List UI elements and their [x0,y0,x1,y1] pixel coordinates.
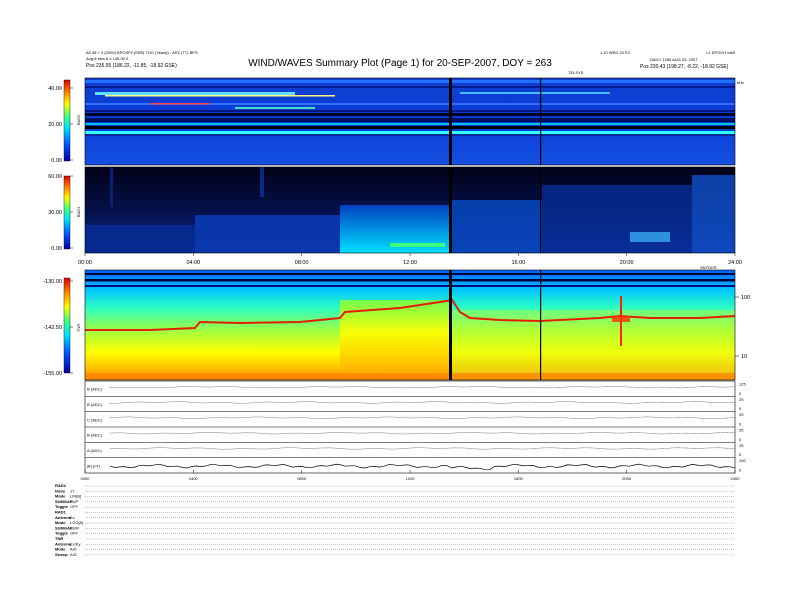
header-right-line3: DAILY 1450 AUG 23, 2007 [650,57,698,62]
mag-right-tick-bottom-5: 0 [739,468,742,473]
mag-right-tick-top-2: 25 [739,412,744,417]
tnr-colorbar [63,277,71,374]
footer-value-4: OFF [70,504,79,509]
mag-trace-5 [109,463,736,471]
colorbar-tick-rad2-0: 40.00 [48,86,62,92]
footer-value-1: 17 [70,488,75,493]
summary-figure: WIND/WAVES Summary Plot (Page 1) for 20-… [43,50,750,557]
rad1-colorbar [63,175,71,250]
mag-trace-1 [110,401,736,404]
colorbar-tick-rad1-0: 60.00 [48,174,62,180]
footer-key-10: TNR [55,536,63,541]
footer-value-12: A/D [70,547,77,552]
bottom-time-tick-1: 0400 [189,476,199,481]
footer-key-0: RAD2 [55,483,67,488]
rad2-spike-1 [449,78,452,165]
mag-row-label-0: B (ADC) [87,387,103,392]
bottom-time-tick-2: 0800 [297,476,307,481]
time-tick-1: 04:00 [186,260,200,266]
mag-right-tick-top-4: 25 [739,443,744,448]
bottom-time-tick-4: 1600 [514,476,524,481]
bottom-time-tick-3: 1200 [406,476,416,481]
time-tick-0: 00:00 [78,260,92,266]
time-tick-2: 08:00 [295,260,309,266]
bottom-time-tick-0: 0000 [81,476,91,481]
mag-trace-2 [109,416,736,419]
mag-trace-3 [109,432,736,435]
rad2-top-right-unit: kHz [737,80,744,85]
footer-table: RAD2Nobs 17Mode LIN[B]SUMGAPSUPToggle OFFRA… [55,483,735,557]
colorbar-tick-rad1-2: 0.00 [51,246,62,252]
tnr-right-tick-0: 100 [741,295,750,301]
mag-row-label-3: B (ADC) [87,433,103,438]
mag-right-tick-bottom-4: 0 [739,452,742,457]
footer-key-12: Mode [55,547,66,552]
footer-key-13: Sweep [55,552,68,557]
time-tick-6: 24:00 [728,260,742,266]
mag-panels: B (ADC)1250B (ADC)250C (ADC)250B (ADC)25… [84,380,746,474]
rad2-ylabel: RAD2 [76,114,81,125]
mag-right-tick-bottom-2: 0 [739,422,742,427]
footer-value-11: Ex/Ey [70,541,80,546]
colorbar-tick-rad2-1: 20.00 [48,122,62,128]
time-tick-5: 20:00 [620,260,634,266]
tnr-ylabel: TNR [76,324,81,332]
footer-key-4: Toggle [55,504,69,509]
tnr-panel: TNR [63,269,739,381]
mag-right-tick-top-3: 25 [739,428,744,433]
mag-row-label-1: B (ADC) [87,402,103,407]
colorbar-tick-tnr-1: -142.50 [43,325,62,331]
mag-right-tick-top-1: 25 [739,397,744,402]
footer-value-7: LOG[A] [70,520,83,525]
header-left-line2: Ang.8 bins 6 ≥ 136.00 0 [86,56,129,61]
mag-row-label-5: |B| (nT) [87,463,101,468]
colorbar-tick-rad2-2: 0.00 [51,158,62,164]
footer-key-5: RAD1 [55,510,67,515]
mag-right-tick-top-5: 100 [739,458,746,463]
header-right-line2: L1 EPOCH m60 [706,50,735,55]
mag-trace-0 [109,386,736,389]
tnr-right-tick-1: 10 [741,354,747,360]
mag-right-tick-bottom-1: 0 [739,406,742,411]
mag-right-tick-bottom-3: 0 [739,437,742,442]
rad2-top-label: TELSYS [568,70,584,75]
tnr-spike-2 [540,270,542,380]
mag-row-label-2: C (ADC) [87,417,103,422]
mag-right-tick-bottom-0: 0 [739,391,742,396]
footer-value-9: OFF [70,531,79,536]
bottom-time-tick-6: 2400 [731,476,741,481]
bottom-time-tick-5: 2000 [622,476,632,481]
header-right-line4: Pos 230.43 (198.27, -8.22, -18.92 GSE) [640,64,729,70]
header-right-line1: 1.10 WED 20 EC [600,50,631,55]
footer-value-8: SUM [70,525,79,530]
footer-key-7: Mode [55,520,66,525]
footer-value-3: SUP [70,499,79,504]
tnr-spike-1 [449,270,452,380]
mag-row-label-4: A (ADC) [87,448,102,453]
tnr-top-right: SNYDER [700,265,717,270]
footer-value-2: LIN[B] [70,494,81,499]
footer-key-9: Toggle [55,531,69,536]
time-tick-3: 12:00 [403,260,417,266]
colorbar-tick-tnr-2: -155.00 [43,371,62,377]
header-left-line3: Pos 235.55 (186.22, -11.85, -18.92 GSE) [86,63,177,69]
footer-value-6: Ex [70,515,75,520]
rad1-spike-2 [540,167,542,253]
footer-key-1: Nobs [55,488,66,493]
rad1-spike-1 [449,167,452,253]
rad2-spike-2 [540,78,542,165]
rad2-colorbar [63,79,71,162]
colorbar-tick-rad1-1: 30.00 [48,210,62,216]
footer-value-13: A/D [70,552,77,557]
time-tick-4: 16:00 [511,260,525,266]
mag-trace-4 [109,447,736,450]
mag-right-tick-top-0: 125 [739,382,746,387]
footer-key-2: Mode [55,494,66,499]
header-left-line1: A0.38 + 3 (2000) BPOSPC(SEB) TOO (Yearly… [86,50,198,55]
rad1-panel: RAD1 [63,166,736,254]
figure-title: WIND/WAVES Summary Plot (Page 1) for 20-… [248,58,552,69]
rad2-panel: RAD2 [63,77,736,166]
rad1-ylabel: RAD1 [76,206,81,217]
colorbar-tick-tnr-0: -130.00 [43,279,62,285]
